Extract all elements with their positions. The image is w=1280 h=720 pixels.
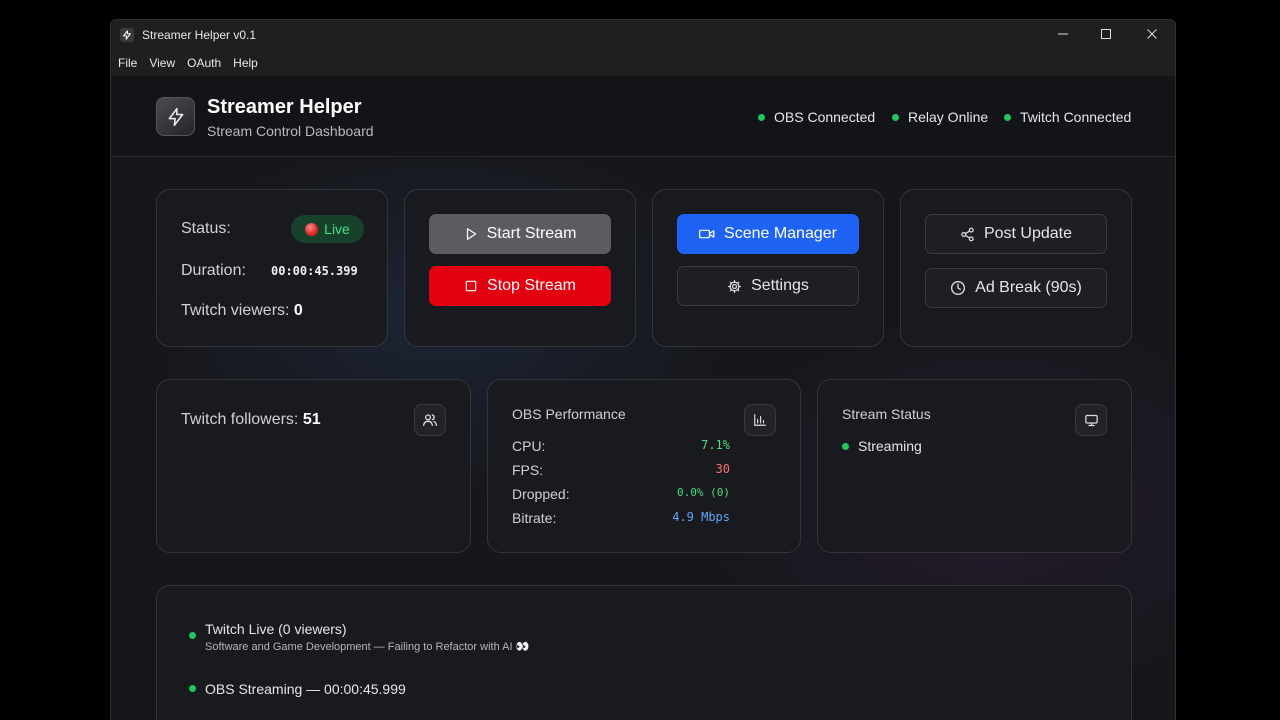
post-controls-card: Post Update Ad Break (90s) [900, 189, 1132, 347]
post-update-button[interactable]: Post Update [925, 214, 1107, 254]
app-window: Streamer Helper v0.1 File View OAuth Hel… [110, 19, 1176, 720]
followers-row: Twitch followers: 51 [181, 411, 321, 429]
followers-label: Twitch followers: [181, 411, 299, 428]
menu-bar: File View OAuth Help [111, 50, 1175, 76]
stream-status-row: Streaming [842, 438, 922, 454]
cpu-row: CPU: 7.1% [512, 438, 730, 454]
activity-dot [189, 632, 196, 639]
bitrate-value: 4.9 Mbps [672, 510, 730, 524]
viewers-value: 0 [293, 302, 303, 319]
status-card: Status: Live Duration: 00:00:45.399 Twit… [156, 189, 388, 347]
scene-controls-card: Scene Manager Settings [652, 189, 884, 347]
cpu-label: CPU: [512, 438, 546, 454]
activity-card: Twitch Live (0 viewers) Software and Gam… [156, 585, 1132, 720]
followers-card: Twitch followers: 51 [156, 379, 471, 553]
app-icon [120, 28, 134, 42]
play-icon [466, 228, 476, 240]
twitch-connection-status: Twitch Connected [1004, 109, 1131, 125]
dropped-label: Dropped: [512, 486, 570, 502]
status-label: Status: [181, 220, 231, 237]
clock-icon [951, 281, 966, 295]
close-button[interactable] [1129, 19, 1175, 49]
stop-stream-label: Stop Stream [487, 277, 576, 294]
relay-connection-status: Relay Online [892, 109, 988, 125]
window-title: Streamer Helper v0.1 [142, 28, 257, 42]
activity-title: Twitch Live (0 viewers) [205, 621, 347, 637]
monitor-icon [1075, 404, 1107, 436]
app-subtitle: Stream Control Dashboard [207, 123, 374, 139]
activity-subtitle: Software and Game Development — Failing … [205, 641, 530, 653]
stream-status-title: Stream Status [842, 406, 931, 422]
stop-stream-button[interactable]: Stop Stream [429, 266, 611, 306]
activity-title: OBS Streaming — 00:00:45.999 [205, 681, 406, 697]
post-update-label: Post Update [983, 225, 1073, 242]
video-camera-icon [699, 229, 715, 239]
status-dot [892, 113, 899, 121]
maximize-button[interactable] [1083, 19, 1129, 49]
viewers-row: Twitch viewers: 0 [181, 302, 303, 320]
menu-oauth[interactable]: OAuth [187, 56, 221, 70]
fps-row: FPS: 30 [512, 462, 730, 478]
obs-performance-card: OBS Performance CPU: 7.1% FPS: 30 Droppe… [487, 379, 801, 553]
dropped-value: 0.0% (0) [677, 486, 730, 499]
cpu-value: 7.1% [701, 438, 730, 452]
maximize-icon [1101, 29, 1111, 39]
stop-square-icon [465, 280, 477, 292]
close-icon [1147, 29, 1157, 39]
fps-value: 30 [715, 462, 730, 476]
minimize-control[interactable] [1040, 19, 1086, 49]
scene-manager-button[interactable]: Scene Manager [677, 214, 859, 254]
obs-connection-status: OBS Connected [758, 109, 875, 125]
scene-manager-label: Scene Manager [724, 225, 837, 242]
duration-label: Duration: [181, 262, 246, 279]
menu-file[interactable]: File [118, 56, 137, 70]
obs-performance-title: OBS Performance [512, 406, 626, 422]
bitrate-label: Bitrate: [512, 510, 557, 526]
ad-break-button[interactable]: Ad Break (90s) [925, 268, 1107, 308]
title-bar[interactable]: Streamer Helper v0.1 [111, 20, 1175, 50]
settings-button[interactable]: Settings [677, 266, 859, 306]
obs-connection-label: OBS Connected [774, 109, 876, 125]
live-dot-icon [305, 222, 319, 236]
dashboard-header: Streamer Helper Stream Control Dashboard… [111, 76, 1175, 157]
status-dot [758, 113, 765, 121]
bitrate-row: Bitrate: 4.9 Mbps [512, 510, 730, 526]
bar-chart-icon [744, 404, 776, 436]
twitch-connection-label: Twitch Connected [1020, 109, 1132, 125]
duration-value: 00:00:45.399 [271, 264, 358, 278]
start-stream-label: Start Stream [486, 225, 577, 242]
status-dot [842, 442, 849, 450]
relay-connection-label: Relay Online [908, 109, 989, 125]
gear-icon [728, 279, 742, 293]
live-badge: Live [291, 215, 364, 243]
settings-label: Settings [751, 277, 809, 294]
followers-value: 51 [302, 411, 321, 428]
menu-view[interactable]: View [149, 56, 175, 70]
dropped-row: Dropped: 0.0% (0) [512, 486, 730, 502]
start-stream-button[interactable]: Start Stream [429, 214, 611, 254]
status-dot [1004, 113, 1011, 121]
lightning-icon [156, 97, 195, 136]
viewers-label: Twitch viewers: [181, 302, 290, 319]
fps-label: FPS: [512, 462, 544, 478]
ad-break-label: Ad Break (90s) [975, 279, 1082, 296]
users-icon [414, 404, 446, 436]
activity-dot [189, 685, 196, 692]
live-badge-label: Live [324, 221, 350, 237]
stream-status-value: Streaming [858, 438, 922, 454]
stream-status-card: Stream Status Streaming [817, 379, 1132, 553]
stream-controls-card: Start Stream Stop Stream [404, 189, 636, 347]
app-title: Streamer Helper [207, 96, 362, 118]
minimize-icon [1058, 33, 1068, 35]
share-icon [961, 227, 974, 241]
dashboard-content: Streamer Helper Stream Control Dashboard… [111, 76, 1175, 720]
menu-help[interactable]: Help [233, 56, 258, 70]
